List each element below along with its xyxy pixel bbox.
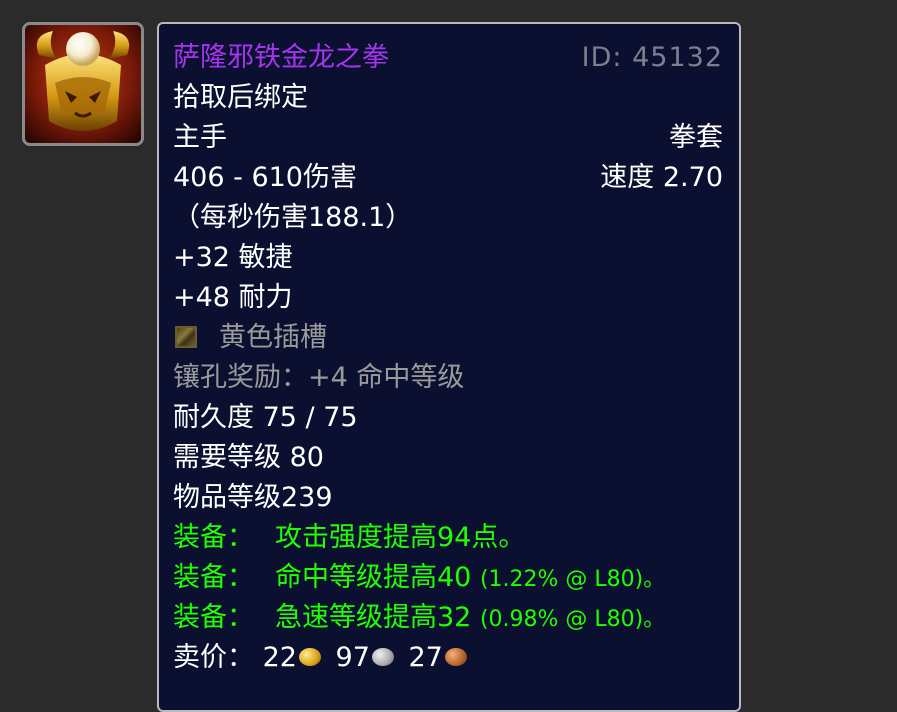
item-tooltip: 萨隆邪铁金龙之拳 ID: 45132 拾取后绑定 主手 拳套 406 - 610… xyxy=(157,22,741,712)
item-slot-row: 主手 拳套 xyxy=(173,118,723,158)
golden-dragon-fist-icon xyxy=(25,25,141,143)
item-equip-3: 装备： 急速等级提高32 (0.98% @ L80)。 xyxy=(173,598,723,638)
item-name[interactable]: 萨隆邪铁金龙之拳 xyxy=(173,42,389,73)
item-slot: 主手 xyxy=(173,122,227,153)
item-damage-row: 406 - 610伤害 速度 2.70 xyxy=(173,158,723,198)
equip-label: 装备： xyxy=(173,562,254,593)
item-level: 物品等级239 xyxy=(173,482,333,513)
equip-3-detail: (0.98% @ L80)。 xyxy=(479,607,666,632)
equip-1-text: 攻击强度提高94点。 xyxy=(275,522,526,553)
copper-coin-icon xyxy=(444,647,467,666)
item-speed: 速度 2.70 xyxy=(600,162,723,193)
item-damage: 406 - 610伤害 xyxy=(173,162,357,193)
gold-coin-icon xyxy=(298,647,321,666)
sell-gold: 22 xyxy=(262,642,297,673)
item-equip-1: 装备： 攻击强度提高94点。 xyxy=(173,518,723,558)
equip-label: 装备： xyxy=(173,522,254,553)
sell-copper: 27 xyxy=(408,642,443,673)
item-stat-stamina: +48 耐力 xyxy=(173,282,293,313)
yellow-socket-icon xyxy=(175,325,197,348)
sell-label: 卖价： xyxy=(173,642,254,673)
item-bind: 拾取后绑定 xyxy=(173,82,308,113)
silver-coin-icon xyxy=(371,647,394,666)
sell-silver: 97 xyxy=(335,642,370,673)
equip-label: 装备： xyxy=(173,602,254,633)
item-id: ID: 45132 xyxy=(581,42,723,73)
item-sell-price: 卖价： 22 97 27 xyxy=(173,638,723,678)
item-socket-bonus: 镶孔奖励：+4 命中等级 xyxy=(173,362,465,393)
item-required-level: 需要等级 80 xyxy=(173,442,324,473)
item-socket-row: 黄色插槽 xyxy=(173,318,723,358)
equip-2-text: 命中等级提高40 xyxy=(275,562,472,593)
item-icon[interactable] xyxy=(22,22,144,146)
equip-3-text: 急速等级提高32 xyxy=(275,602,472,633)
item-socket-label: 黄色插槽 xyxy=(219,322,327,353)
item-equip-2: 装备： 命中等级提高40 (1.22% @ L80)。 xyxy=(173,558,723,598)
item-stat-agility: +32 敏捷 xyxy=(173,242,293,273)
item-durability: 耐久度 75 / 75 xyxy=(173,402,358,433)
item-dps: （每秒伤害188.1） xyxy=(173,202,413,233)
item-type: 拳套 xyxy=(669,122,723,153)
item-header-row: 萨隆邪铁金龙之拳 ID: 45132 xyxy=(173,38,723,78)
equip-2-detail: (1.22% @ L80)。 xyxy=(479,567,666,592)
